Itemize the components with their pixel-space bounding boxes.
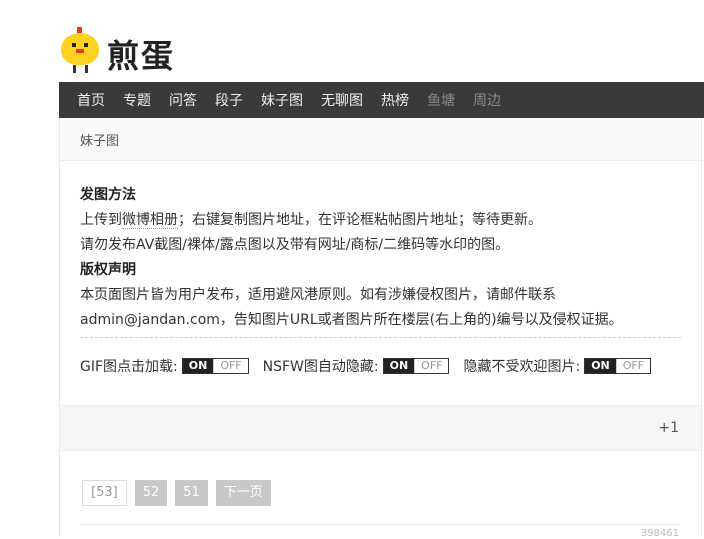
posting-notice: 发图方法 上传到微博相册；右键复制图片地址，在评论框粘帖图片地址；等待更新。 请… (60, 161, 701, 333)
comment-divider (80, 524, 680, 525)
nav-item-qa[interactable]: 问答 (169, 90, 197, 110)
comment-id: 398461 (640, 528, 679, 539)
hide-unpopular-toggle[interactable]: ON OFF (584, 358, 652, 374)
vote-bar: +1 (60, 405, 701, 451)
next-page-button[interactable]: 下一页 (215, 480, 271, 506)
nav-item-hot[interactable]: 热榜 (381, 90, 409, 110)
post-method-title: 发图方法 (80, 187, 136, 203)
page-52-button[interactable]: 52 (134, 480, 168, 506)
nav-item-girls[interactable]: 妹子图 (261, 90, 303, 110)
breadcrumb-label: 妹子图 (80, 133, 120, 149)
brand-name: 煎蛋 (107, 37, 176, 75)
site-logo[interactable]: 煎蛋 (59, 24, 175, 76)
pagination: [53] 52 51 下一页 (82, 480, 279, 506)
toggle-row: GIF图点击加载: ON OFF NSFW图自动隐藏: ON OFF 隐藏不受欢迎图… (60, 338, 701, 378)
gif-toggle-off[interactable]: OFF (213, 359, 248, 373)
nsfw-toggle-label: NSFW图自动隐藏: (262, 359, 379, 375)
nav-item-pond[interactable]: 鱼塘 (427, 90, 455, 110)
gif-toggle-label: GIF图点击加载: (80, 359, 178, 375)
nav-item-home[interactable]: 首页 (77, 90, 105, 110)
post-method-suffix: ；右键复制图片地址，在评论框粘帖图片地址；等待更新。 (178, 212, 542, 228)
copyright-title: 版权声明 (80, 262, 136, 278)
page-current: [53] (82, 480, 127, 506)
nav-item-merch[interactable]: 周边 (473, 90, 501, 110)
copyright-line-2: admin@jandan.com，告知图片URL或者图片所在楼层(右上角的)编号… (80, 312, 623, 328)
page-51-button[interactable]: 51 (175, 480, 208, 506)
nav-item-pics[interactable]: 无聊图 (321, 90, 363, 110)
gif-toggle-on[interactable]: ON (182, 359, 214, 373)
weibo-album-link[interactable]: 微博相册 (122, 212, 178, 229)
copyright-line-1: 本页面图片皆为用户发布，适用避风港原则。如有涉嫌侵权图片，请邮件联系 (80, 287, 556, 303)
nav-item-jokes[interactable]: 段子 (215, 90, 243, 110)
nsfw-toggle-on[interactable]: ON (383, 359, 415, 373)
gif-toggle[interactable]: ON OFF (181, 358, 249, 374)
hide-unpopular-label: 隐藏不受欢迎图片: (463, 359, 581, 375)
post-restriction-line: 请勿发布AV截图/裸体/露点图以及带有网址/商标/二维码等水印的图。 (80, 237, 510, 253)
post-method-prefix: 上传到 (80, 212, 122, 228)
plus-one-button[interactable]: +1 (658, 420, 679, 436)
hide-unpopular-off[interactable]: OFF (615, 359, 651, 373)
content-panel: 妹子图 发图方法 上传到微博相册；右键复制图片地址，在评论框粘帖图片地址；等待更… (59, 118, 702, 539)
hide-unpopular-on[interactable]: ON (585, 359, 616, 373)
nav-item-topics[interactable]: 专题 (123, 90, 151, 110)
main-nav: 首页 专题 问答 段子 妹子图 无聊图 热榜 鱼塘 周边 (59, 82, 704, 118)
post-method-line: 上传到微博相册；右键复制图片地址，在评论框粘帖图片地址；等待更新。 (80, 208, 681, 233)
chick-mascot-icon (59, 25, 103, 75)
breadcrumb: 妹子图 (60, 118, 701, 161)
nsfw-toggle-off[interactable]: OFF (414, 359, 449, 373)
sidebar-edge (700, 160, 704, 221)
nsfw-toggle[interactable]: ON OFF (382, 358, 450, 374)
